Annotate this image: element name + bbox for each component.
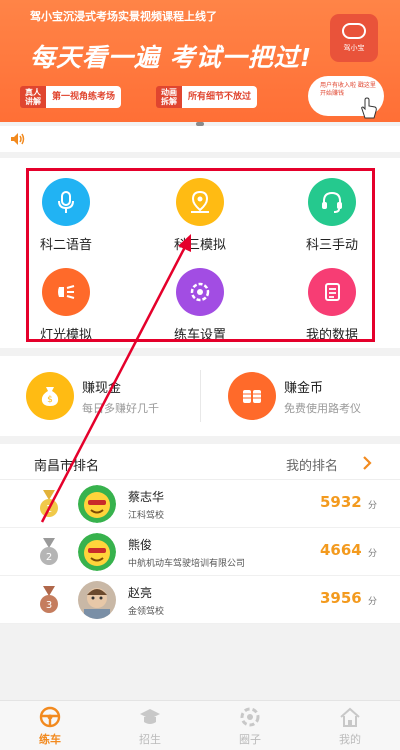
tab-community[interactable]: 圈子 [200,701,300,750]
tab-practice[interactable]: 练车 [0,701,100,750]
earn-coins-button[interactable]: 赚金币 免费使用路考仪 [228,356,361,436]
gold-medal-icon: 1 [40,490,58,517]
banner-tag-2: 动画拆解 所有细节不放过 [156,86,258,108]
banner-top-text: 驾小宝沉浸式考场实景视频课程上线了 [30,10,217,23]
tab-enroll[interactable]: 招生 [100,701,200,750]
svg-text:$: $ [47,395,53,405]
ranking-row[interactable]: 2 熊俊 中航机动车驾驶培训有限公司 4664 分 [0,528,400,576]
highlight-box [26,168,375,342]
ranking-panel: 南昌市排名 我的排名 1 蔡志华 江科驾校 5932 分 2 熊俊 中航机动车驾… [0,444,400,624]
svg-text:3: 3 [46,600,52,611]
earn-panel: $ 赚现金 每日多赚好几千 赚金币 免费使用路考仪 [0,356,400,436]
banner-tag-1: 真人讲解 第一视角练考场 [20,86,122,108]
pointer-hand-icon [361,97,377,119]
avatar [78,533,116,571]
app-logo: 驾小宝 [330,14,378,62]
svg-text:1: 1 [46,504,52,515]
coins-icon [228,372,276,420]
silver-medal-icon: 2 [40,538,58,565]
home-icon [340,707,360,727]
money-bag-icon: $ [26,372,74,420]
notice-bar[interactable] [0,126,400,152]
steering-wheel-icon [39,706,61,728]
avatar [78,485,116,523]
circle-icon [240,707,260,727]
banner-headline: 每天看一遍 考试一把过! [30,43,313,72]
ranking-header: 南昌市排名 我的排名 [0,444,400,480]
bottom-nav: 练车 招生 圈子 我的 [0,700,400,750]
earn-cash-button[interactable]: $ 赚现金 每日多赚好几千 [26,356,159,436]
avatar [78,581,116,619]
ranking-row[interactable]: 3 赵亮 金领驾校 3956 分 [0,576,400,624]
ranking-row[interactable]: 1 蔡志华 江科驾校 5932 分 [0,480,400,528]
speaker-icon [11,133,25,145]
tab-mine[interactable]: 我的 [300,701,400,750]
bronze-medal-icon: 3 [40,586,58,613]
graduation-cap-icon [140,709,160,724]
chevron-right-icon[interactable] [362,456,372,470]
promo-banner[interactable]: 驾小宝沉浸式考场实景视频课程上线了 每天看一遍 考试一把过! 驾小宝 真人讲解 … [0,0,400,122]
my-rank-link[interactable]: 我的排名 [286,455,338,474]
svg-text:2: 2 [46,552,52,563]
